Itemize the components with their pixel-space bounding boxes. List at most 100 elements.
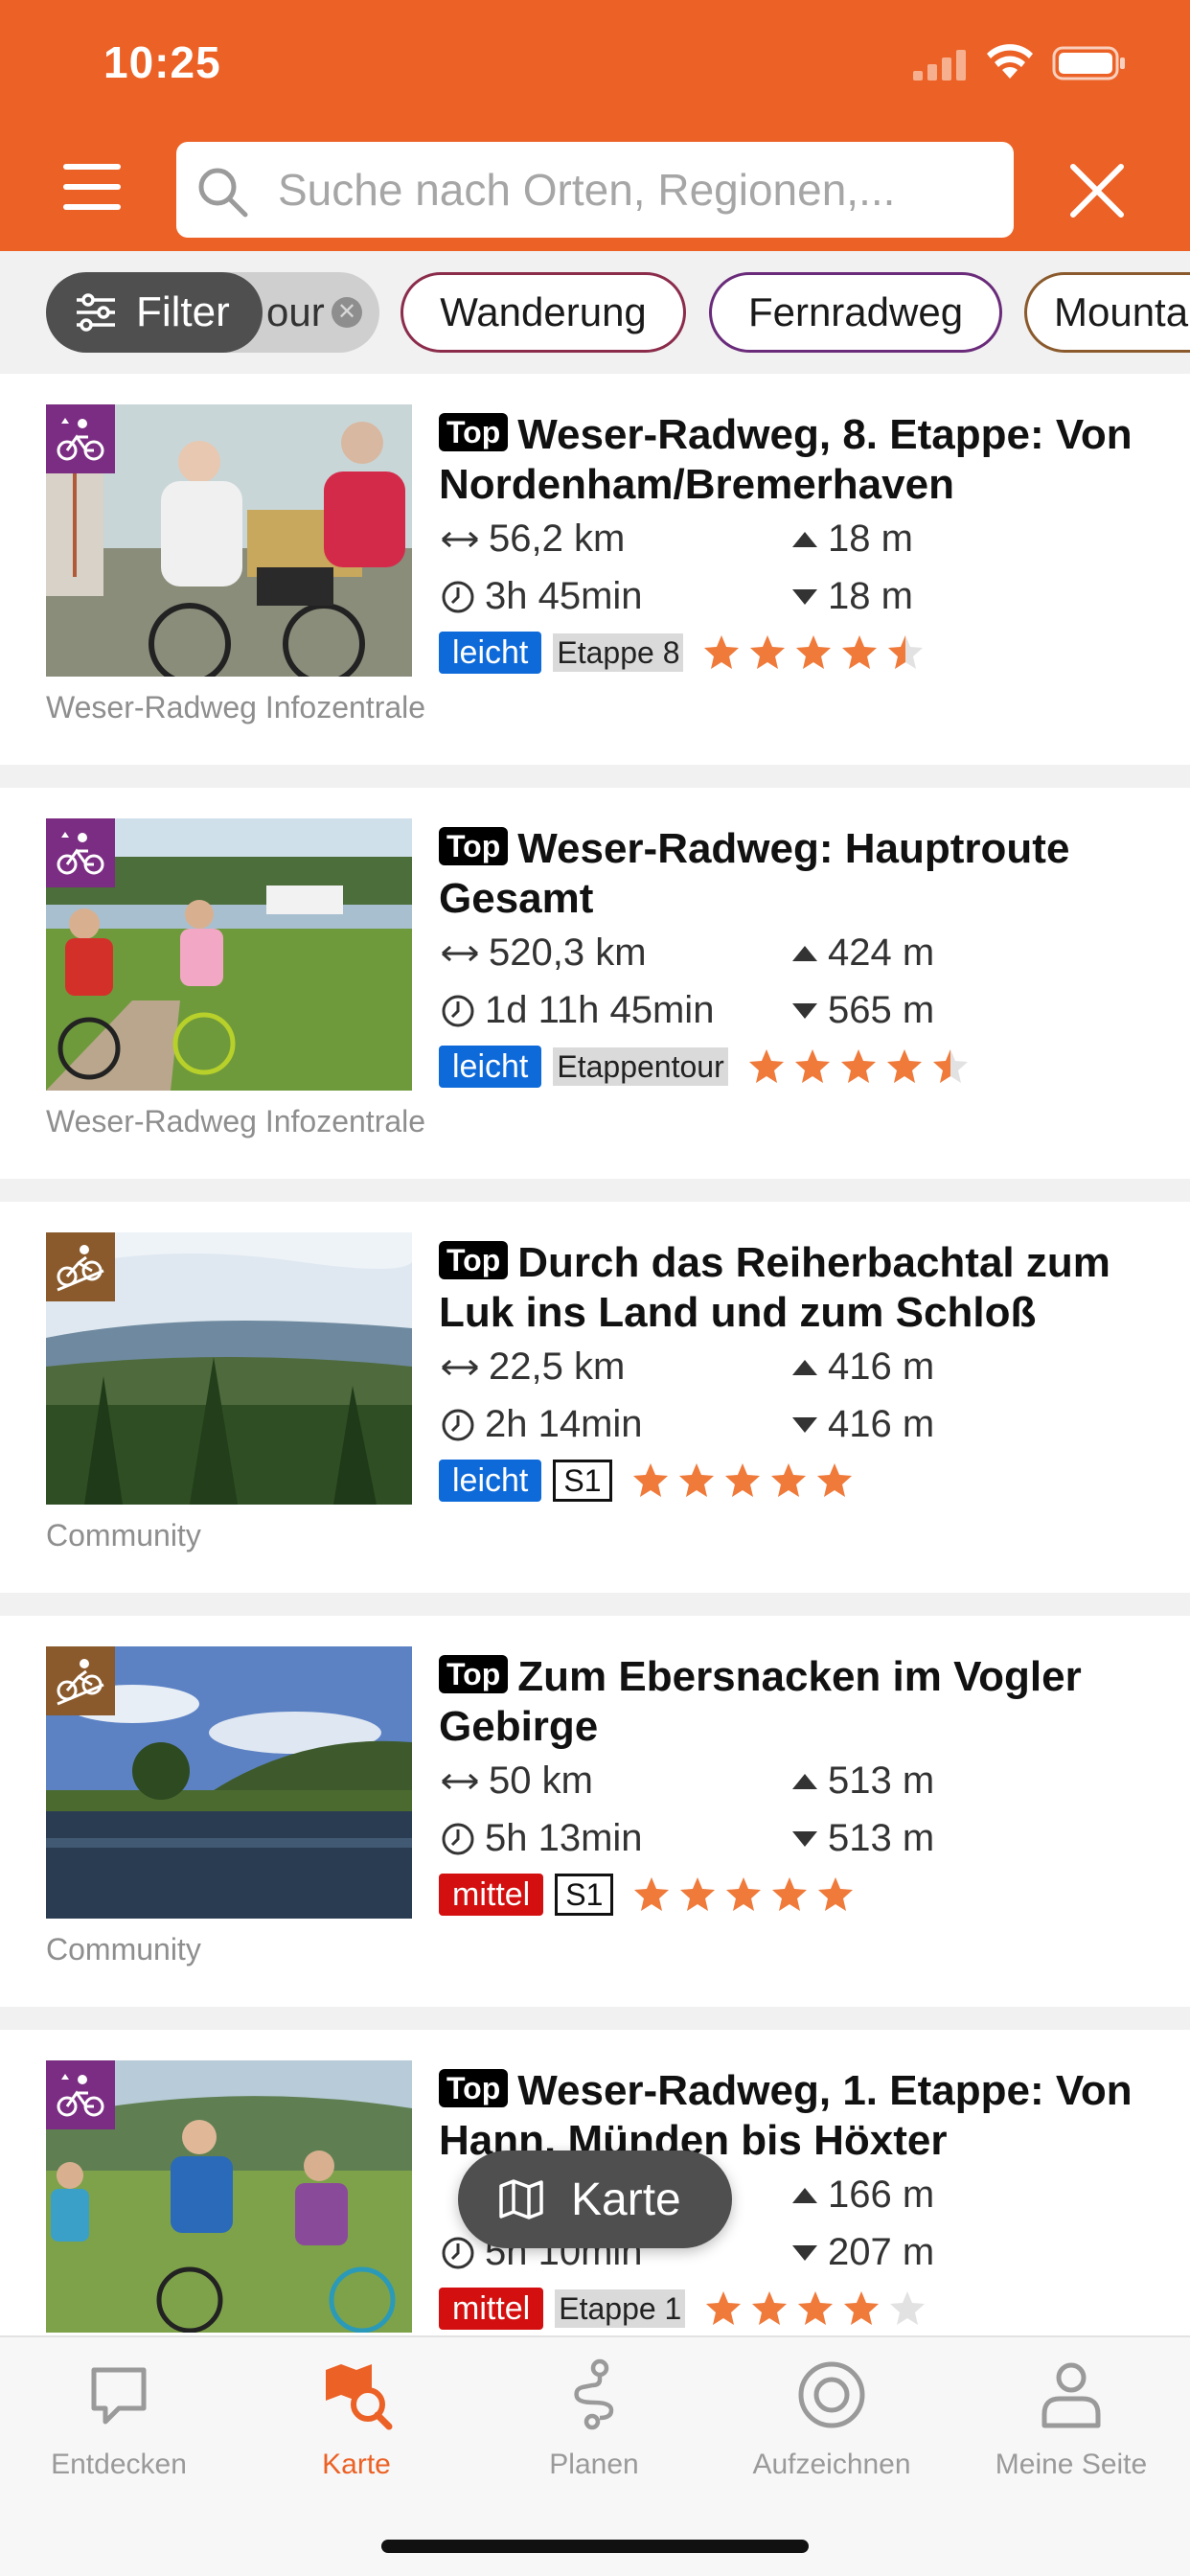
- tour-source: Community: [46, 1932, 201, 1966]
- status-time: 10:25: [103, 37, 221, 87]
- duration-value: 5h 13min: [485, 1817, 643, 1859]
- descent-stat: 207 m: [791, 2231, 934, 2274]
- chip-label: our: [266, 289, 325, 334]
- technique-tag: S1: [553, 1460, 612, 1502]
- chip-mountainbike[interactable]: Mounta: [1024, 272, 1190, 353]
- rating-stars: [747, 1047, 977, 1086]
- record-icon: [798, 2361, 865, 2428]
- nav-label: Planen: [549, 2449, 639, 2480]
- ascent-triangle-icon: [792, 945, 817, 961]
- nav-planen[interactable]: Planen: [475, 2357, 713, 2500]
- filter-button[interactable]: Filter: [46, 272, 263, 353]
- descent-stat: 18 m: [791, 575, 913, 618]
- star-icon: [890, 2291, 926, 2325]
- star-icon: [724, 1463, 760, 1497]
- clock-icon: [442, 1823, 474, 1854]
- tour-card[interactable]: Top Durch das Reiherbachtal zum Luk ins L…: [0, 1202, 1190, 1593]
- star-icon: [842, 635, 878, 669]
- ascent-value: 424 m: [828, 932, 935, 974]
- tour-title-text: Durch das Reiherbachtal zum Luk ins Land…: [439, 1239, 1110, 1336]
- bike-touring-icon: [57, 418, 104, 461]
- person-icon: [1041, 2362, 1101, 2428]
- clock-icon: [442, 995, 474, 1026]
- map-button[interactable]: Karte: [458, 2150, 732, 2248]
- nav-label: Meine Seite: [995, 2449, 1148, 2480]
- home-indicator: [381, 2540, 809, 2553]
- bike-touring-icon: [57, 2074, 104, 2117]
- search-input[interactable]: [278, 142, 996, 238]
- distance-value: 56,2 km: [489, 518, 626, 560]
- descent-triangle-icon: [792, 588, 817, 605]
- menu-button[interactable]: [56, 158, 128, 219]
- tour-card[interactable]: Top Weser-Radweg: Hauptroute Gesamt 520,3…: [0, 788, 1190, 1179]
- duration-stat: 1d 11h 45min: [441, 989, 714, 1032]
- descent-value: 18 m: [828, 575, 913, 617]
- clock-icon: [442, 581, 474, 612]
- distance-arrows-icon: [442, 945, 478, 961]
- star-icon: [794, 1049, 830, 1083]
- close-icon[interactable]: [1065, 159, 1129, 222]
- bike-touring-icon: [57, 832, 104, 875]
- category-badge: [46, 2060, 115, 2129]
- star-icon: [752, 2291, 788, 2325]
- tour-title: Top Durch das Reiherbachtal zum Luk ins L…: [439, 1238, 1167, 1338]
- chip-label: Fernradweg: [747, 289, 964, 334]
- nav-aufzeichnen[interactable]: Aufzeichnen: [713, 2357, 950, 2500]
- descent-triangle-icon: [792, 1416, 817, 1433]
- top-badge: Top: [439, 2069, 509, 2107]
- star-icon: [750, 635, 786, 669]
- descent-triangle-icon: [792, 1830, 817, 1847]
- star-icon: [818, 1877, 854, 1911]
- duration-stat: 2h 14min: [441, 1403, 643, 1446]
- card-separator: [0, 1179, 1190, 1202]
- descent-value: 513 m: [828, 1817, 935, 1859]
- tour-tags: leicht Etappentour: [439, 1045, 977, 1089]
- distance-stat: 520,3 km: [441, 932, 647, 975]
- nav-label: Aufzeichnen: [752, 2449, 911, 2480]
- tour-card[interactable]: Top Zum Ebersnacken im Vogler Gebirge 50 …: [0, 1616, 1190, 2007]
- star-icon: [678, 1463, 714, 1497]
- category-badge: [46, 404, 115, 473]
- difficulty-badge: leicht: [439, 1460, 542, 1502]
- star-icon: [632, 1463, 668, 1497]
- ascent-stat: 424 m: [791, 932, 934, 975]
- tour-card[interactable]: Top Weser-Radweg, 8. Etappe: Von Nordenha…: [0, 374, 1190, 765]
- ascent-triangle-icon: [792, 1359, 817, 1375]
- app-header: 10:25: [0, 0, 1190, 251]
- rating-stars: [631, 1461, 861, 1500]
- tour-tags: mittel Etappe 1: [439, 2287, 934, 2331]
- filter-chips-row: our ✕ Wanderung Fernradweg Mounta Filter: [0, 251, 1190, 374]
- map-icon: [499, 2179, 543, 2220]
- nav-entdecken[interactable]: Entdecken: [0, 2357, 238, 2500]
- tour-source: Weser-Radweg Infozentrale: [46, 690, 426, 724]
- search-box[interactable]: [176, 142, 1014, 238]
- tour-title: Top Weser-Radweg, 8. Etappe: Von Nordenha…: [439, 410, 1167, 510]
- distance-stat: 50 km: [441, 1760, 593, 1803]
- star-icon: [840, 1049, 876, 1083]
- sliders-icon: [77, 293, 115, 332]
- descent-triangle-icon: [792, 1002, 817, 1019]
- ascent-triangle-icon: [792, 1773, 817, 1789]
- status-bar: 10:25: [0, 0, 1190, 129]
- remove-chip-icon[interactable]: ✕: [332, 297, 362, 328]
- clock-icon: [442, 1409, 474, 1440]
- difficulty-badge: leicht: [439, 1046, 542, 1088]
- nav-karte[interactable]: Karte: [238, 2357, 475, 2500]
- star-icon: [932, 1049, 968, 1083]
- star-icon: [770, 1463, 806, 1497]
- filter-label: Filter: [136, 288, 230, 335]
- top-badge: Top: [439, 1655, 509, 1693]
- card-separator: [0, 765, 1190, 788]
- rating-stars: [702, 633, 932, 672]
- tour-tags: mittel S1: [439, 1873, 862, 1917]
- ascent-stat: 18 m: [791, 518, 913, 561]
- tour-tags: leicht S1: [439, 1459, 861, 1503]
- category-badge: [46, 1646, 115, 1715]
- distance-stat: 22,5 km: [441, 1346, 625, 1389]
- difficulty-badge: mittel: [439, 1874, 544, 1916]
- duration-stat: 3h 45min: [441, 575, 643, 618]
- difficulty-badge: leicht: [439, 632, 542, 674]
- chip-wanderung[interactable]: Wanderung: [400, 272, 686, 353]
- chip-fernradweg[interactable]: Fernradweg: [709, 272, 1002, 353]
- nav-meine-seite[interactable]: Meine Seite: [952, 2357, 1190, 2500]
